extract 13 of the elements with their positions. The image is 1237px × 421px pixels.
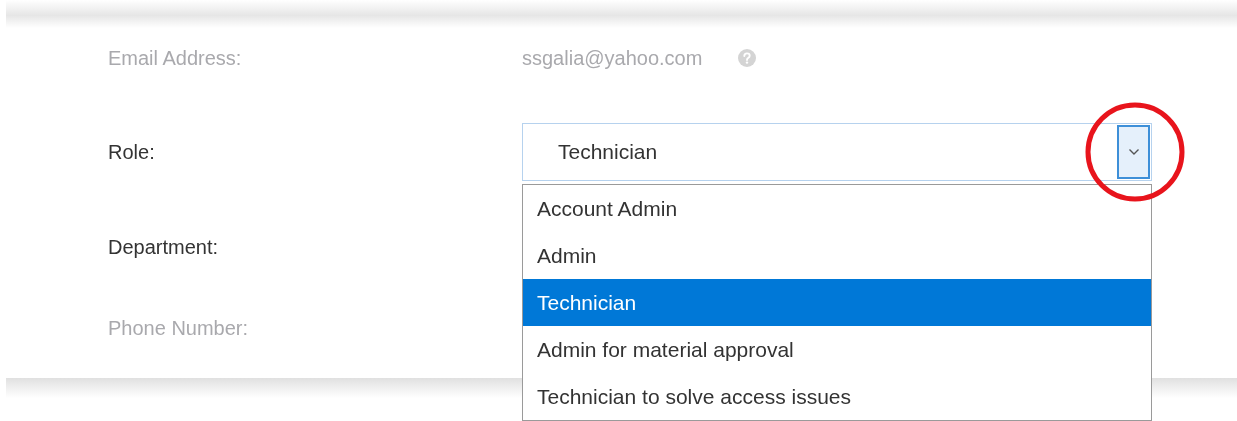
dropdown-option[interactable]: Account Admin [523,185,1151,232]
role-select[interactable]: Technician [522,123,1152,181]
field-label: Email Address: [108,46,243,70]
dropdown-option[interactable]: Admin for material approval [523,326,1151,373]
dropdown-option[interactable]: Technician [523,279,1151,326]
dropdown-button[interactable] [1117,125,1150,179]
field-value: ssgalia@yahoo.com [522,46,703,70]
field-label: Department: [108,235,220,259]
field-label: Phone Number: [108,316,250,340]
dropdown-option[interactable]: Admin [523,232,1151,279]
chevron-down-icon [1127,148,1140,156]
dropdown-option[interactable]: Technician to solve access issues [523,373,1151,420]
field-label: Role: [108,140,156,164]
